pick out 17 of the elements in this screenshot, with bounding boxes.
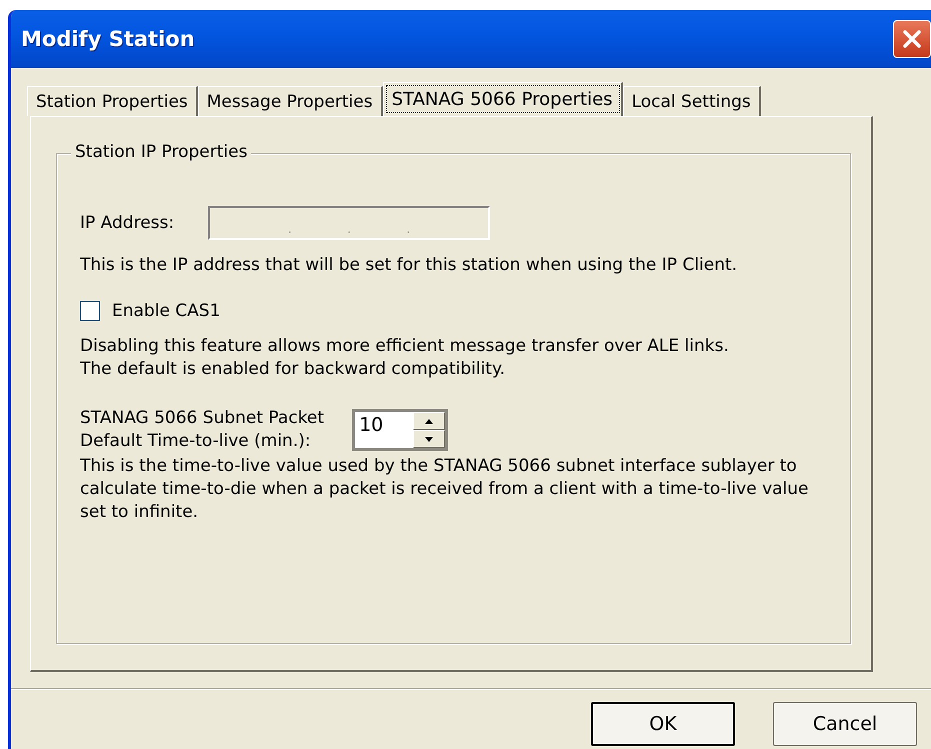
spin-box[interactable]: 10	[352, 409, 448, 451]
help-text: This is the IP address that will be set for this station when using the IP Client.	[80, 254, 738, 277]
checkbox-label: Enable CAS1	[112, 301, 220, 321]
field-label: IP Address:	[80, 213, 174, 233]
tab[interactable]: Message Properties	[198, 86, 383, 116]
help-text: This is the time-to-live value used by the STANAG 5066 subnet interface sublayer to calculate time-to-die when a packet is received from a client with a time-to-live value set to infinite.	[80, 455, 810, 524]
tab[interactable]: STANAG 5066 Properties	[382, 82, 623, 116]
dialog-button[interactable]: OK	[591, 702, 735, 746]
tab[interactable]: Local Settings	[622, 86, 761, 116]
field-label: Default Time-to-live (min.):	[80, 430, 312, 453]
help-text: Disabling this feature allows more efficient message transfer over ALE links.	[80, 335, 730, 358]
tab[interactable]: Station Properties	[27, 86, 198, 116]
field-label: STANAG 5066 Subnet Packet	[80, 407, 324, 430]
window-title: Modify Station	[21, 27, 195, 51]
group-title: Station IP Properties	[71, 142, 252, 162]
help-text: The default is enabled for backward compatibility.	[80, 358, 506, 381]
dialog-button[interactable]: Cancel	[773, 702, 917, 746]
